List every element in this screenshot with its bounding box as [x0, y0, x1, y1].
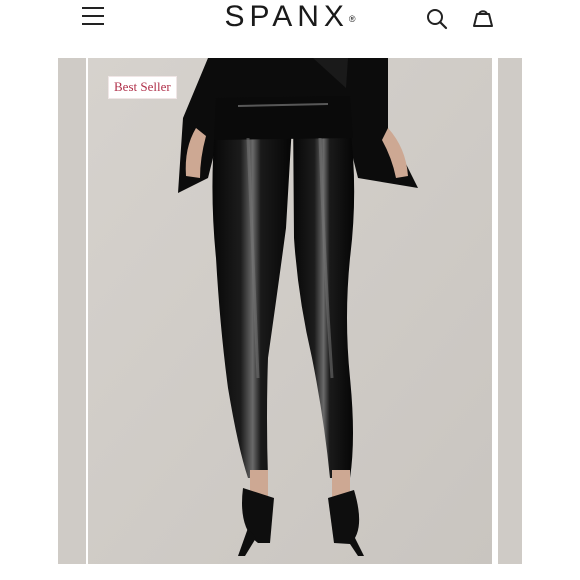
- shopping-bag-button[interactable]: [470, 6, 496, 32]
- bottom-divider: [58, 564, 522, 580]
- product-photo: [88, 58, 492, 564]
- best-seller-badge: Best Seller: [108, 76, 177, 99]
- product-image[interactable]: [88, 58, 492, 564]
- shopping-bag-icon: [473, 10, 493, 27]
- search-icon: [427, 9, 448, 30]
- brand-name: SPANX: [224, 0, 349, 33]
- previous-image-peek[interactable]: [58, 58, 86, 580]
- site-header: SPANX®: [0, 0, 580, 58]
- search-button[interactable]: [424, 6, 450, 32]
- next-image-peek[interactable]: [498, 58, 522, 580]
- registered-mark: ®: [348, 14, 356, 24]
